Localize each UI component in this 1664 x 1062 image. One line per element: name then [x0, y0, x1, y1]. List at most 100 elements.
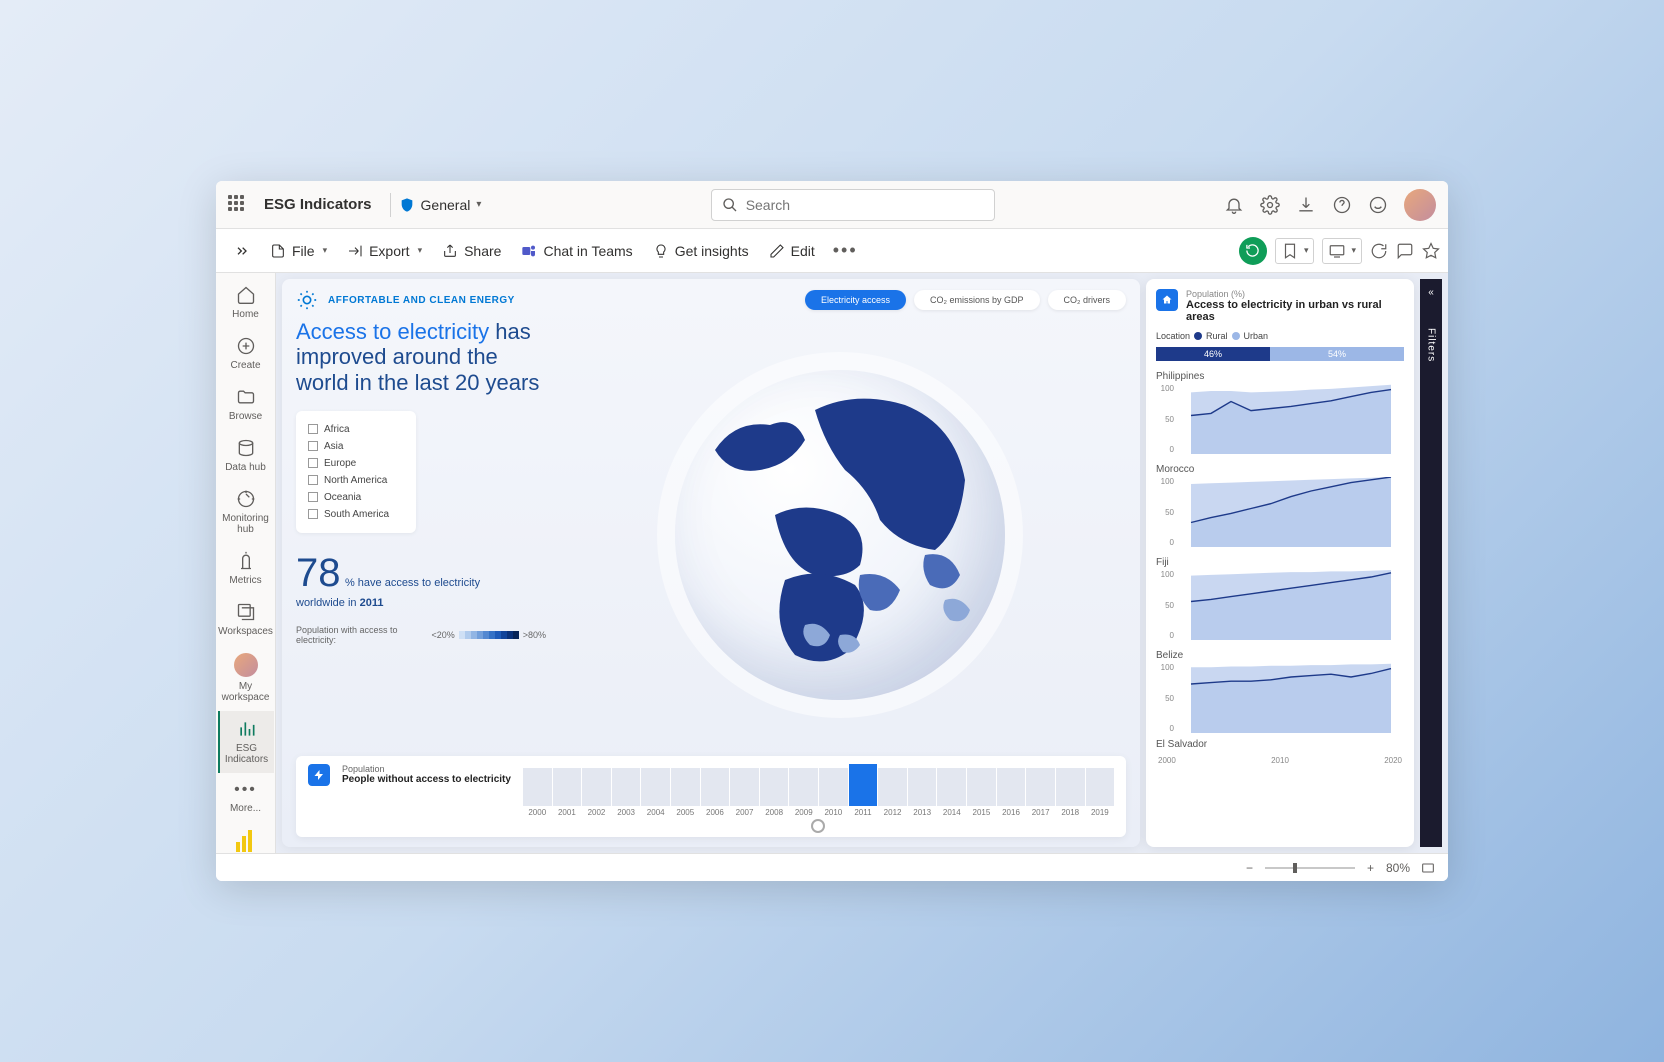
chat-teams-button[interactable]: Chat in Teams	[511, 237, 642, 265]
timeline-bar[interactable]	[1056, 768, 1085, 806]
small-multiple-chart[interactable]: Belize100500	[1156, 650, 1404, 733]
timeline-bar[interactable]	[671, 768, 700, 806]
nav-more[interactable]: •••More...	[218, 773, 274, 822]
timeline-bar[interactable]	[1086, 768, 1115, 806]
region-checkbox[interactable]: Asia	[308, 438, 404, 455]
zoom-slider[interactable]	[1265, 867, 1355, 869]
notifications-icon[interactable]	[1224, 195, 1244, 215]
timeline-bar[interactable]	[523, 768, 552, 806]
report-tabs: Electricity access CO₂ emissions by GDP …	[805, 290, 1126, 310]
search-input[interactable]	[746, 197, 984, 213]
nav-metrics[interactable]: Metrics	[218, 543, 274, 594]
zoom-level: 80%	[1386, 861, 1410, 875]
timeline-bar[interactable]	[819, 768, 848, 806]
side-panel: Population (%)Access to electricity in u…	[1146, 279, 1414, 847]
timeline-chart[interactable]: 2000200120022003200420052006200720082009…	[523, 764, 1114, 833]
search-box[interactable]	[711, 189, 995, 221]
timeline-bar[interactable]	[1026, 768, 1055, 806]
timeline-bar[interactable]	[908, 768, 937, 806]
timeline-bar[interactable]	[612, 768, 641, 806]
export-menu[interactable]: Export▾	[337, 237, 432, 265]
timeline-bar[interactable]	[582, 768, 611, 806]
nav-create[interactable]: Create	[218, 328, 274, 379]
timeline-bar[interactable]	[878, 768, 907, 806]
toolbar: File▾ Export▾ Share Chat in Teams Get in…	[216, 229, 1448, 273]
nav-browse[interactable]: Browse	[218, 379, 274, 430]
workspace-dropdown[interactable]: General ▾	[421, 197, 482, 213]
refresh-icon[interactable]	[1370, 242, 1388, 260]
header-actions	[1224, 189, 1436, 221]
more-actions-button[interactable]: •••	[825, 240, 866, 261]
workspace-label: General	[421, 197, 471, 213]
region-filter: AfricaAsiaEuropeNorth AmericaOceaniaSout…	[296, 411, 416, 533]
comment-icon[interactable]	[1396, 242, 1414, 260]
settings-icon[interactable]	[1260, 195, 1280, 215]
view-dropdown[interactable]: ▾	[1322, 238, 1362, 264]
tab-co2-drivers[interactable]: CO₂ drivers	[1048, 290, 1127, 310]
timeline-bar[interactable]	[701, 768, 730, 806]
energy-icon	[296, 289, 318, 311]
nav-data-hub[interactable]: Data hub	[218, 430, 274, 481]
small-multiple-chart[interactable]: Fiji100500	[1156, 557, 1404, 640]
bookmark-dropdown[interactable]: ▾	[1275, 238, 1315, 264]
region-checkbox[interactable]: North America	[308, 472, 404, 489]
timeline-bar[interactable]	[937, 768, 966, 806]
nav-powerbi[interactable]: Power BI	[218, 822, 274, 853]
small-multiple-chart[interactable]: Morocco100500	[1156, 464, 1404, 547]
region-checkbox[interactable]: South America	[308, 506, 404, 523]
report-header: AFFORTABLE AND CLEAN ENERGY Electricity …	[296, 289, 1126, 311]
favorite-icon[interactable]	[1422, 242, 1440, 260]
timeline-bar[interactable]	[997, 768, 1026, 806]
help-icon[interactable]	[1332, 195, 1352, 215]
region-checkbox[interactable]: Europe	[308, 455, 404, 472]
timeline-bar[interactable]	[789, 768, 818, 806]
nav-workspaces[interactable]: Workspaces	[218, 594, 274, 645]
download-icon[interactable]	[1296, 195, 1316, 215]
divider	[390, 193, 391, 217]
zoom-in-button[interactable]: +	[1365, 861, 1376, 875]
nav-monitoring-hub[interactable]: Monitoring hub	[218, 481, 274, 543]
user-avatar[interactable]	[1404, 189, 1436, 221]
tab-electricity-access[interactable]: Electricity access	[805, 290, 906, 310]
timeline-bar[interactable]	[641, 768, 670, 806]
collapse-chevron-icon[interactable]: «	[1428, 287, 1434, 298]
home-icon[interactable]	[1156, 289, 1178, 311]
region-checkbox[interactable]: Oceania	[308, 489, 404, 506]
kpi-stat: 78 % have access to electricity worldwid…	[296, 553, 546, 611]
timeline-bar[interactable]	[553, 768, 582, 806]
share-button[interactable]: Share	[432, 237, 511, 265]
file-menu[interactable]: File▾	[260, 237, 337, 265]
timeline-bar[interactable]	[967, 768, 996, 806]
edit-button[interactable]: Edit	[759, 237, 825, 265]
timeline-bar[interactable]	[730, 768, 759, 806]
timeline-bar[interactable]	[849, 764, 878, 806]
filters-pane-collapsed[interactable]: « Filters	[1420, 279, 1442, 847]
nav-esg-indicators[interactable]: ESG Indicators	[218, 711, 274, 773]
report-canvas: AFFORTABLE AND CLEAN ENERGY Electricity …	[276, 273, 1448, 853]
rural-urban-split-bar: 46% 54%	[1156, 347, 1404, 361]
reset-button[interactable]	[1239, 237, 1267, 265]
side-panel-legend: Location Rural Urban	[1156, 331, 1404, 341]
bookmark-icon	[1281, 242, 1299, 260]
status-bar: − + 80%	[216, 853, 1448, 881]
app-body: Home Create Browse Data hub Monitoring h…	[216, 273, 1448, 853]
fit-page-icon[interactable]	[1420, 860, 1436, 876]
globe-map	[675, 370, 1005, 700]
nav-my-workspace[interactable]: My workspace	[218, 645, 274, 711]
timeline-slider-handle[interactable]	[811, 819, 825, 833]
get-insights-button[interactable]: Get insights	[643, 237, 759, 265]
shield-icon	[399, 196, 415, 214]
map-legend: Population with access to electricity: <…	[296, 625, 546, 645]
zoom-out-button[interactable]: −	[1244, 861, 1255, 875]
globe-visual[interactable]	[554, 319, 1126, 750]
feedback-icon[interactable]	[1368, 195, 1388, 215]
tab-co2-gdp[interactable]: CO₂ emissions by GDP	[914, 290, 1040, 310]
region-checkbox[interactable]: Africa	[308, 421, 404, 438]
small-multiple-chart[interactable]: Philippines100500	[1156, 371, 1404, 454]
filter-icon	[1425, 308, 1437, 320]
timeline-card: PopulationPeople without access to elect…	[296, 756, 1126, 837]
collapse-toolbar-button[interactable]	[224, 237, 260, 265]
app-launcher-icon[interactable]	[228, 195, 248, 215]
timeline-bar[interactable]	[760, 768, 789, 806]
nav-home[interactable]: Home	[218, 277, 274, 328]
